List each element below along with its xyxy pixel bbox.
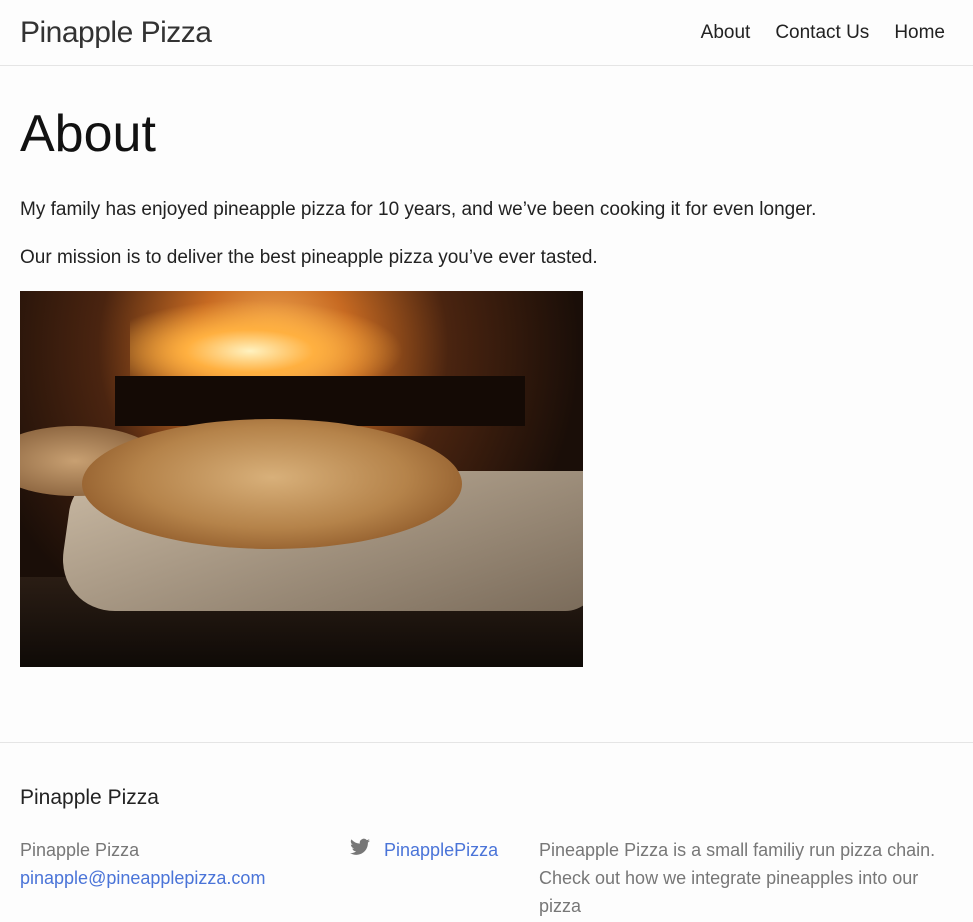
pizza-graphic — [82, 419, 462, 549]
footer-email-link[interactable]: pinapple@pineapplepizza.com — [20, 868, 265, 888]
paragraph-family: My family has enjoyed pineapple pizza fo… — [20, 199, 817, 220]
paragraph-mission: Our mission is to deliver the best pinea… — [20, 247, 598, 268]
footer-contact: Pinapple Pizza pinapple@pineapplepizza.c… — [20, 836, 265, 892]
navbar: Pinapple Pizza About Contact Us Home — [0, 0, 973, 66]
nav-links: About Contact Us Home — [701, 22, 945, 44]
footer-social: PinapplePizza — [350, 836, 498, 864]
oven-graphic — [115, 376, 525, 426]
nav-contact[interactable]: Contact Us — [775, 22, 869, 44]
footer-divider — [0, 742, 973, 743]
twitter-link[interactable]: PinapplePizza — [384, 840, 498, 860]
nav-home[interactable]: Home — [894, 22, 945, 44]
pizza-photo — [20, 291, 583, 667]
footer-description: Pineapple Pizza is a small familiy run p… — [539, 840, 936, 916]
page-title: About — [20, 105, 156, 163]
footer-title: Pinapple Pizza — [20, 786, 159, 809]
footer-name: Pinapple Pizza — [20, 840, 140, 860]
brand-link[interactable]: Pinapple Pizza — [20, 16, 212, 50]
twitter-icon — [350, 836, 370, 855]
nav-about[interactable]: About — [701, 22, 751, 44]
